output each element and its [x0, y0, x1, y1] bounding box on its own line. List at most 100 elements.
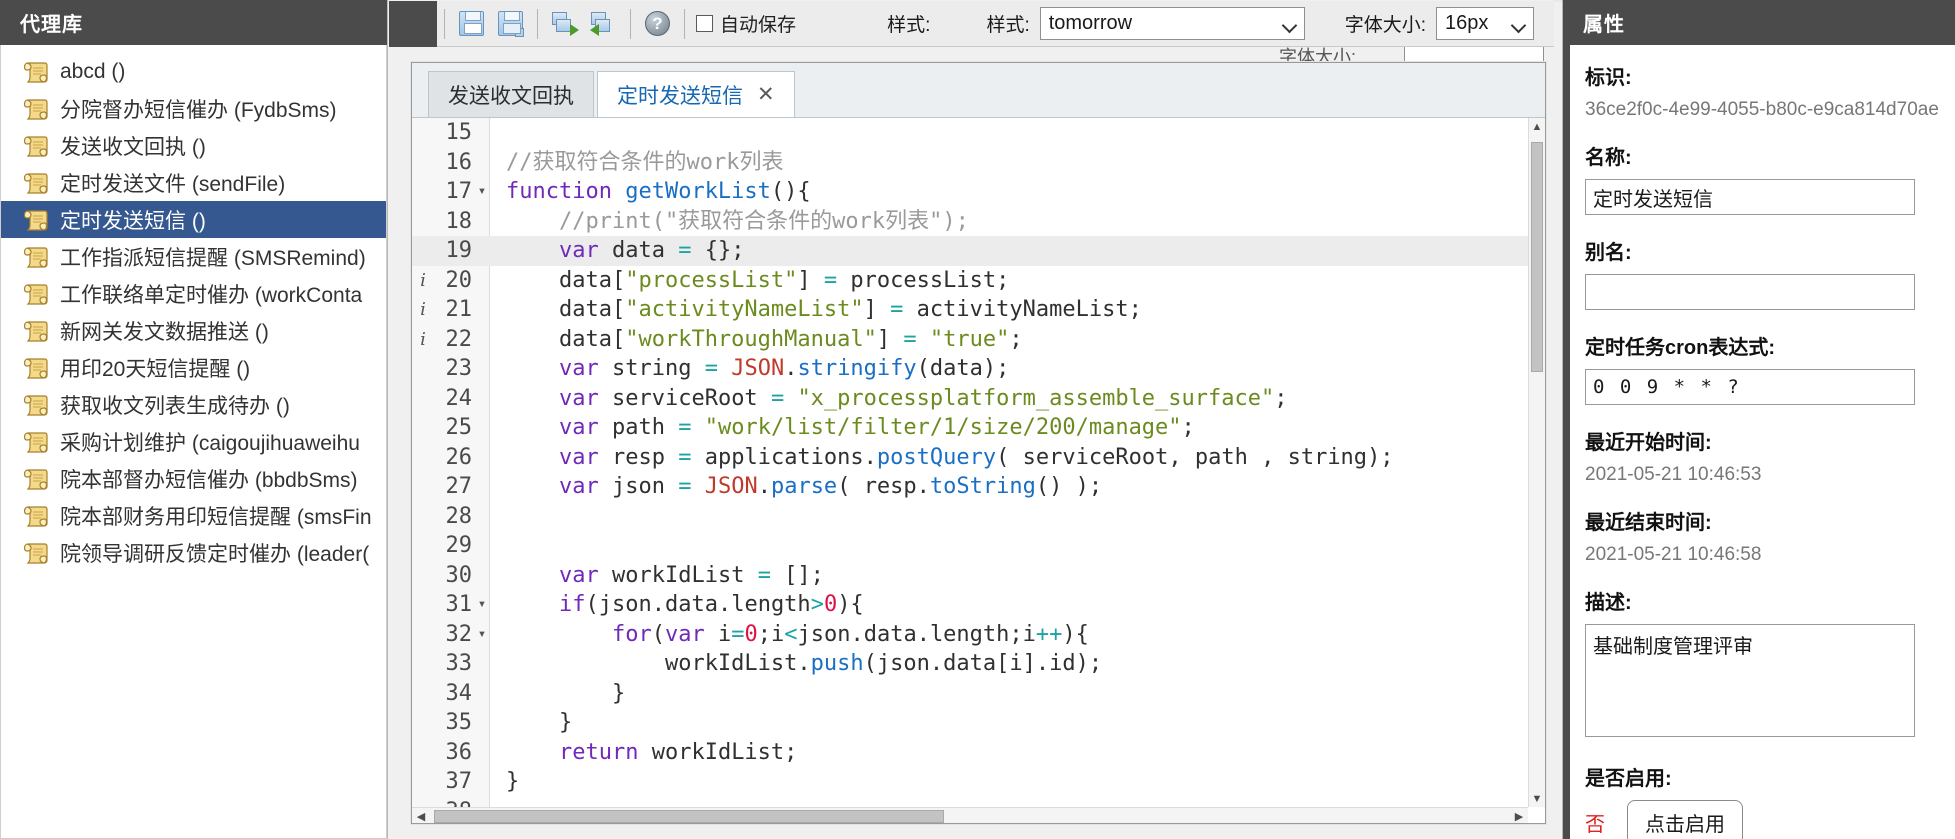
line-number: 31 [434, 590, 474, 620]
code-line[interactable]: 36 return workIdList; [412, 738, 1545, 768]
style-label-1: 样式: [887, 10, 930, 37]
editor-tabstrip: 发送收文回执定时发送短信✕ [412, 63, 1545, 118]
style-select[interactable]: tomorrow [1040, 7, 1305, 40]
alias-input[interactable] [1585, 274, 1915, 310]
script-scroll-icon [23, 282, 49, 306]
agent-list-item[interactable]: 工作联络单定时催办 (workConta [1, 275, 386, 312]
agent-list-item[interactable]: 用印20天短信提醒 () [1, 349, 386, 386]
agent-list-item[interactable]: 定时发送文件 (sendFile) [1, 164, 386, 201]
last-end-label: 最近结束时间: [1585, 506, 1955, 535]
code-line[interactable]: 16//获取符合条件的work列表 [412, 148, 1545, 178]
save-floppy-icon[interactable] [456, 8, 487, 39]
agent-list-item[interactable]: 发送收文回执 () [1, 127, 386, 164]
line-info-marker-icon[interactable]: i [412, 325, 434, 355]
id-label: 标识: [1585, 61, 1955, 90]
line-code: var resp = applications.postQuery( servi… [490, 443, 1394, 473]
agent-list-item[interactable]: 院本部督办短信催办 (bbdbSms) [1, 460, 386, 497]
save-as-floppy-icon[interactable] [495, 8, 526, 39]
description-label: 描述: [1585, 586, 1955, 615]
code-line[interactable]: 17▾function getWorkList(){ [412, 177, 1545, 207]
line-info-slot [412, 472, 434, 502]
code-line[interactable]: i22 data["workThroughManual"] = "true"; [412, 325, 1545, 355]
vertical-scroll-thumb[interactable] [1531, 142, 1543, 372]
horizontal-scroll-thumb[interactable] [434, 810, 944, 823]
agent-list-item-label: 用印20天短信提醒 () [60, 353, 250, 383]
toolbar-divider [630, 9, 631, 39]
script-scroll-icon [23, 245, 49, 269]
line-info-slot [412, 118, 434, 148]
line-info-slot [412, 590, 434, 620]
code-line[interactable]: 19 var data = {}; [412, 236, 1545, 266]
scroll-down-arrow-icon[interactable]: ▼ [1529, 790, 1545, 807]
code-line[interactable]: 35 } [412, 708, 1545, 738]
agent-list-item-label: 采购计划维护 (caigoujihuaweihu [60, 427, 360, 457]
editor-horizontal-scrollbar[interactable]: ◀ ▶ [412, 807, 1528, 824]
agent-library-title: 代理库 [0, 0, 387, 45]
description-textarea[interactable] [1585, 624, 1915, 737]
fold-slot [474, 384, 490, 414]
agent-library-body[interactable]: abcd ()分院督办短信催办 (FydbSms)发送收文回执 ()定时发送文件… [0, 45, 387, 839]
enable-button[interactable]: 点击启用 [1627, 800, 1743, 839]
code-line[interactable]: 15 [412, 118, 1545, 148]
code-line[interactable]: 25 var path = "work/list/filter/1/size/2… [412, 413, 1545, 443]
agent-list-item[interactable]: 分院督办短信催办 (FydbSms) [1, 90, 386, 127]
code-line[interactable]: 26 var resp = applications.postQuery( se… [412, 443, 1545, 473]
fold-slot [474, 679, 490, 709]
code-line[interactable]: i21 data["activityNameList"] = activityN… [412, 295, 1545, 325]
code-line[interactable]: 33 workIdList.push(json.data[i].id); [412, 649, 1545, 679]
name-input[interactable] [1585, 179, 1915, 215]
code-line[interactable]: 32▾ for(var i=0;i<json.data.length;i++){ [412, 620, 1545, 650]
clipped-font-size-field[interactable] [1404, 47, 1544, 63]
editor-tab[interactable]: 定时发送短信✕ [597, 71, 795, 117]
line-info-slot [412, 620, 434, 650]
scroll-left-arrow-icon[interactable]: ◀ [412, 808, 430, 824]
line-info-slot [412, 679, 434, 709]
editor-vertical-scrollbar[interactable]: ▲ ▼ [1528, 118, 1545, 807]
line-number: 16 [434, 148, 474, 178]
fold-arrow-icon[interactable]: ▾ [474, 590, 490, 620]
line-number: 25 [434, 413, 474, 443]
script-editor-panel: ? 自动保存 样式: 样式: tomorrow 字体大小: 16px [389, 0, 1554, 839]
alias-label: 别名: [1585, 236, 1955, 265]
agent-list-item[interactable]: 工作指派短信提醒 (SMSRemind) [1, 238, 386, 275]
help-question-icon[interactable]: ? [642, 8, 673, 39]
code-line[interactable]: 30 var workIdList = []; [412, 561, 1545, 591]
agent-list-item[interactable]: 院领导调研反馈定时催办 (leader( [1, 534, 386, 571]
agent-list-item[interactable]: 院本部财务用印短信提醒 (smsFin [1, 497, 386, 534]
fold-arrow-icon[interactable]: ▾ [474, 177, 490, 207]
fold-arrow-icon[interactable]: ▾ [474, 620, 490, 650]
code-line[interactable]: 34 } [412, 679, 1545, 709]
agent-list-item[interactable]: 定时发送短信 () [1, 201, 386, 238]
import-window-icon[interactable] [549, 8, 580, 39]
code-line[interactable]: 37} [412, 767, 1545, 797]
code-line[interactable]: 23 var string = JSON.stringify(data); [412, 354, 1545, 384]
agent-list-item[interactable]: abcd () [1, 53, 386, 90]
line-info-marker-icon[interactable]: i [412, 295, 434, 325]
editor-tab[interactable]: 发送收文回执 [428, 71, 594, 117]
code-line[interactable]: i20 data["processList"] = processList; [412, 266, 1545, 296]
scroll-up-arrow-icon[interactable]: ▲ [1529, 118, 1545, 135]
scroll-right-arrow-icon[interactable]: ▶ [1510, 808, 1528, 824]
code-canvas[interactable]: 1516//获取符合条件的work列表17▾function getWorkLi… [412, 118, 1545, 824]
cron-input[interactable] [1585, 369, 1915, 405]
code-line[interactable]: 24 var serviceRoot = "x_processplatform_… [412, 384, 1545, 414]
agent-list-item[interactable]: 获取收文列表生成待办 () [1, 386, 386, 423]
line-number: 36 [434, 738, 474, 768]
code-line[interactable]: 28 [412, 502, 1545, 532]
export-window-icon[interactable] [588, 8, 619, 39]
fold-slot [474, 207, 490, 237]
agent-list-item[interactable]: 新网关发文数据推送 () [1, 312, 386, 349]
line-number: 33 [434, 649, 474, 679]
code-line[interactable]: 31▾ if(json.data.length>0){ [412, 590, 1545, 620]
line-info-marker-icon[interactable]: i [412, 266, 434, 296]
code-line[interactable]: 18 //print("获取符合条件的work列表"); [412, 207, 1545, 237]
font-size-select[interactable]: 16px [1436, 7, 1534, 40]
line-code: if(json.data.length>0){ [490, 590, 864, 620]
agent-list-item[interactable]: 采购计划维护 (caigoujihuaweihu [1, 423, 386, 460]
code-line[interactable]: 29 [412, 531, 1545, 561]
close-x-icon[interactable]: ✕ [757, 82, 775, 107]
line-code: return workIdList; [490, 738, 797, 768]
auto-save-checkbox[interactable] [696, 15, 713, 32]
code-line[interactable]: 27 var json = JSON.parse( resp.toString(… [412, 472, 1545, 502]
auto-save-toggle[interactable]: 自动保存 [696, 10, 796, 37]
